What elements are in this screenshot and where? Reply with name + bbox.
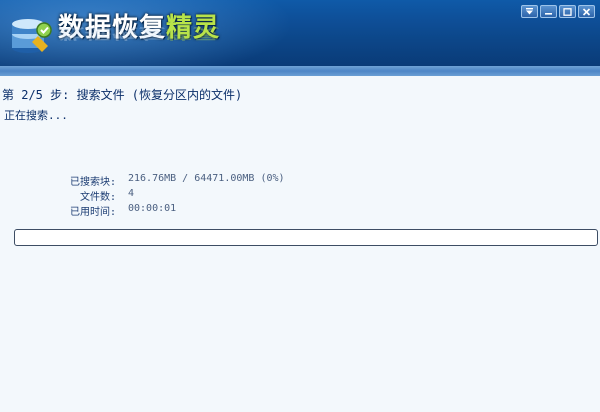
- stat-row-file-count: 文件数: 4: [0, 188, 600, 204]
- minimize-icon: [545, 13, 552, 15]
- header-divider-bar: [0, 66, 600, 76]
- minimize-button[interactable]: [540, 5, 557, 18]
- stat-label-file-count: 文件数:: [79, 192, 116, 203]
- maximize-button[interactable]: [559, 5, 576, 18]
- app-title-reflection: 数据恢复精灵: [58, 25, 220, 42]
- search-status: 正在搜索...: [4, 109, 68, 122]
- stat-value-file-count: 4: [128, 188, 135, 199]
- close-button[interactable]: [578, 5, 595, 18]
- stat-label-elapsed-time: 已用时间:: [69, 207, 116, 218]
- close-icon: [582, 7, 591, 16]
- menu-dropdown-button[interactable]: [521, 5, 538, 18]
- header-banner: 数据恢复精灵 数据恢复精灵: [0, 0, 600, 66]
- stat-value-searched-blocks: 216.76MB / 64471.00MB (0%): [128, 173, 285, 184]
- step-title: 第 2/5 步: 搜索文件 (恢复分区内的文件): [2, 88, 243, 102]
- stat-row-elapsed-time: 已用时间: 00:00:01: [0, 203, 600, 219]
- stat-label-searched-blocks: 已搜索块:: [69, 177, 116, 188]
- app-title-reflection-part1: 数据恢复: [58, 24, 167, 42]
- menu-dropdown-icon: [526, 8, 533, 15]
- search-progress-bar: [14, 229, 598, 246]
- app-title-reflection-part2: 精灵: [166, 24, 221, 42]
- maximize-icon: [563, 7, 572, 16]
- stat-value-elapsed-time: 00:00:01: [128, 203, 177, 214]
- data-recovery-logo-icon: [12, 19, 52, 53]
- stat-row-searched-blocks: 已搜索块: 216.76MB / 64471.00MB (0%): [0, 173, 600, 189]
- window-controls: [521, 5, 595, 18]
